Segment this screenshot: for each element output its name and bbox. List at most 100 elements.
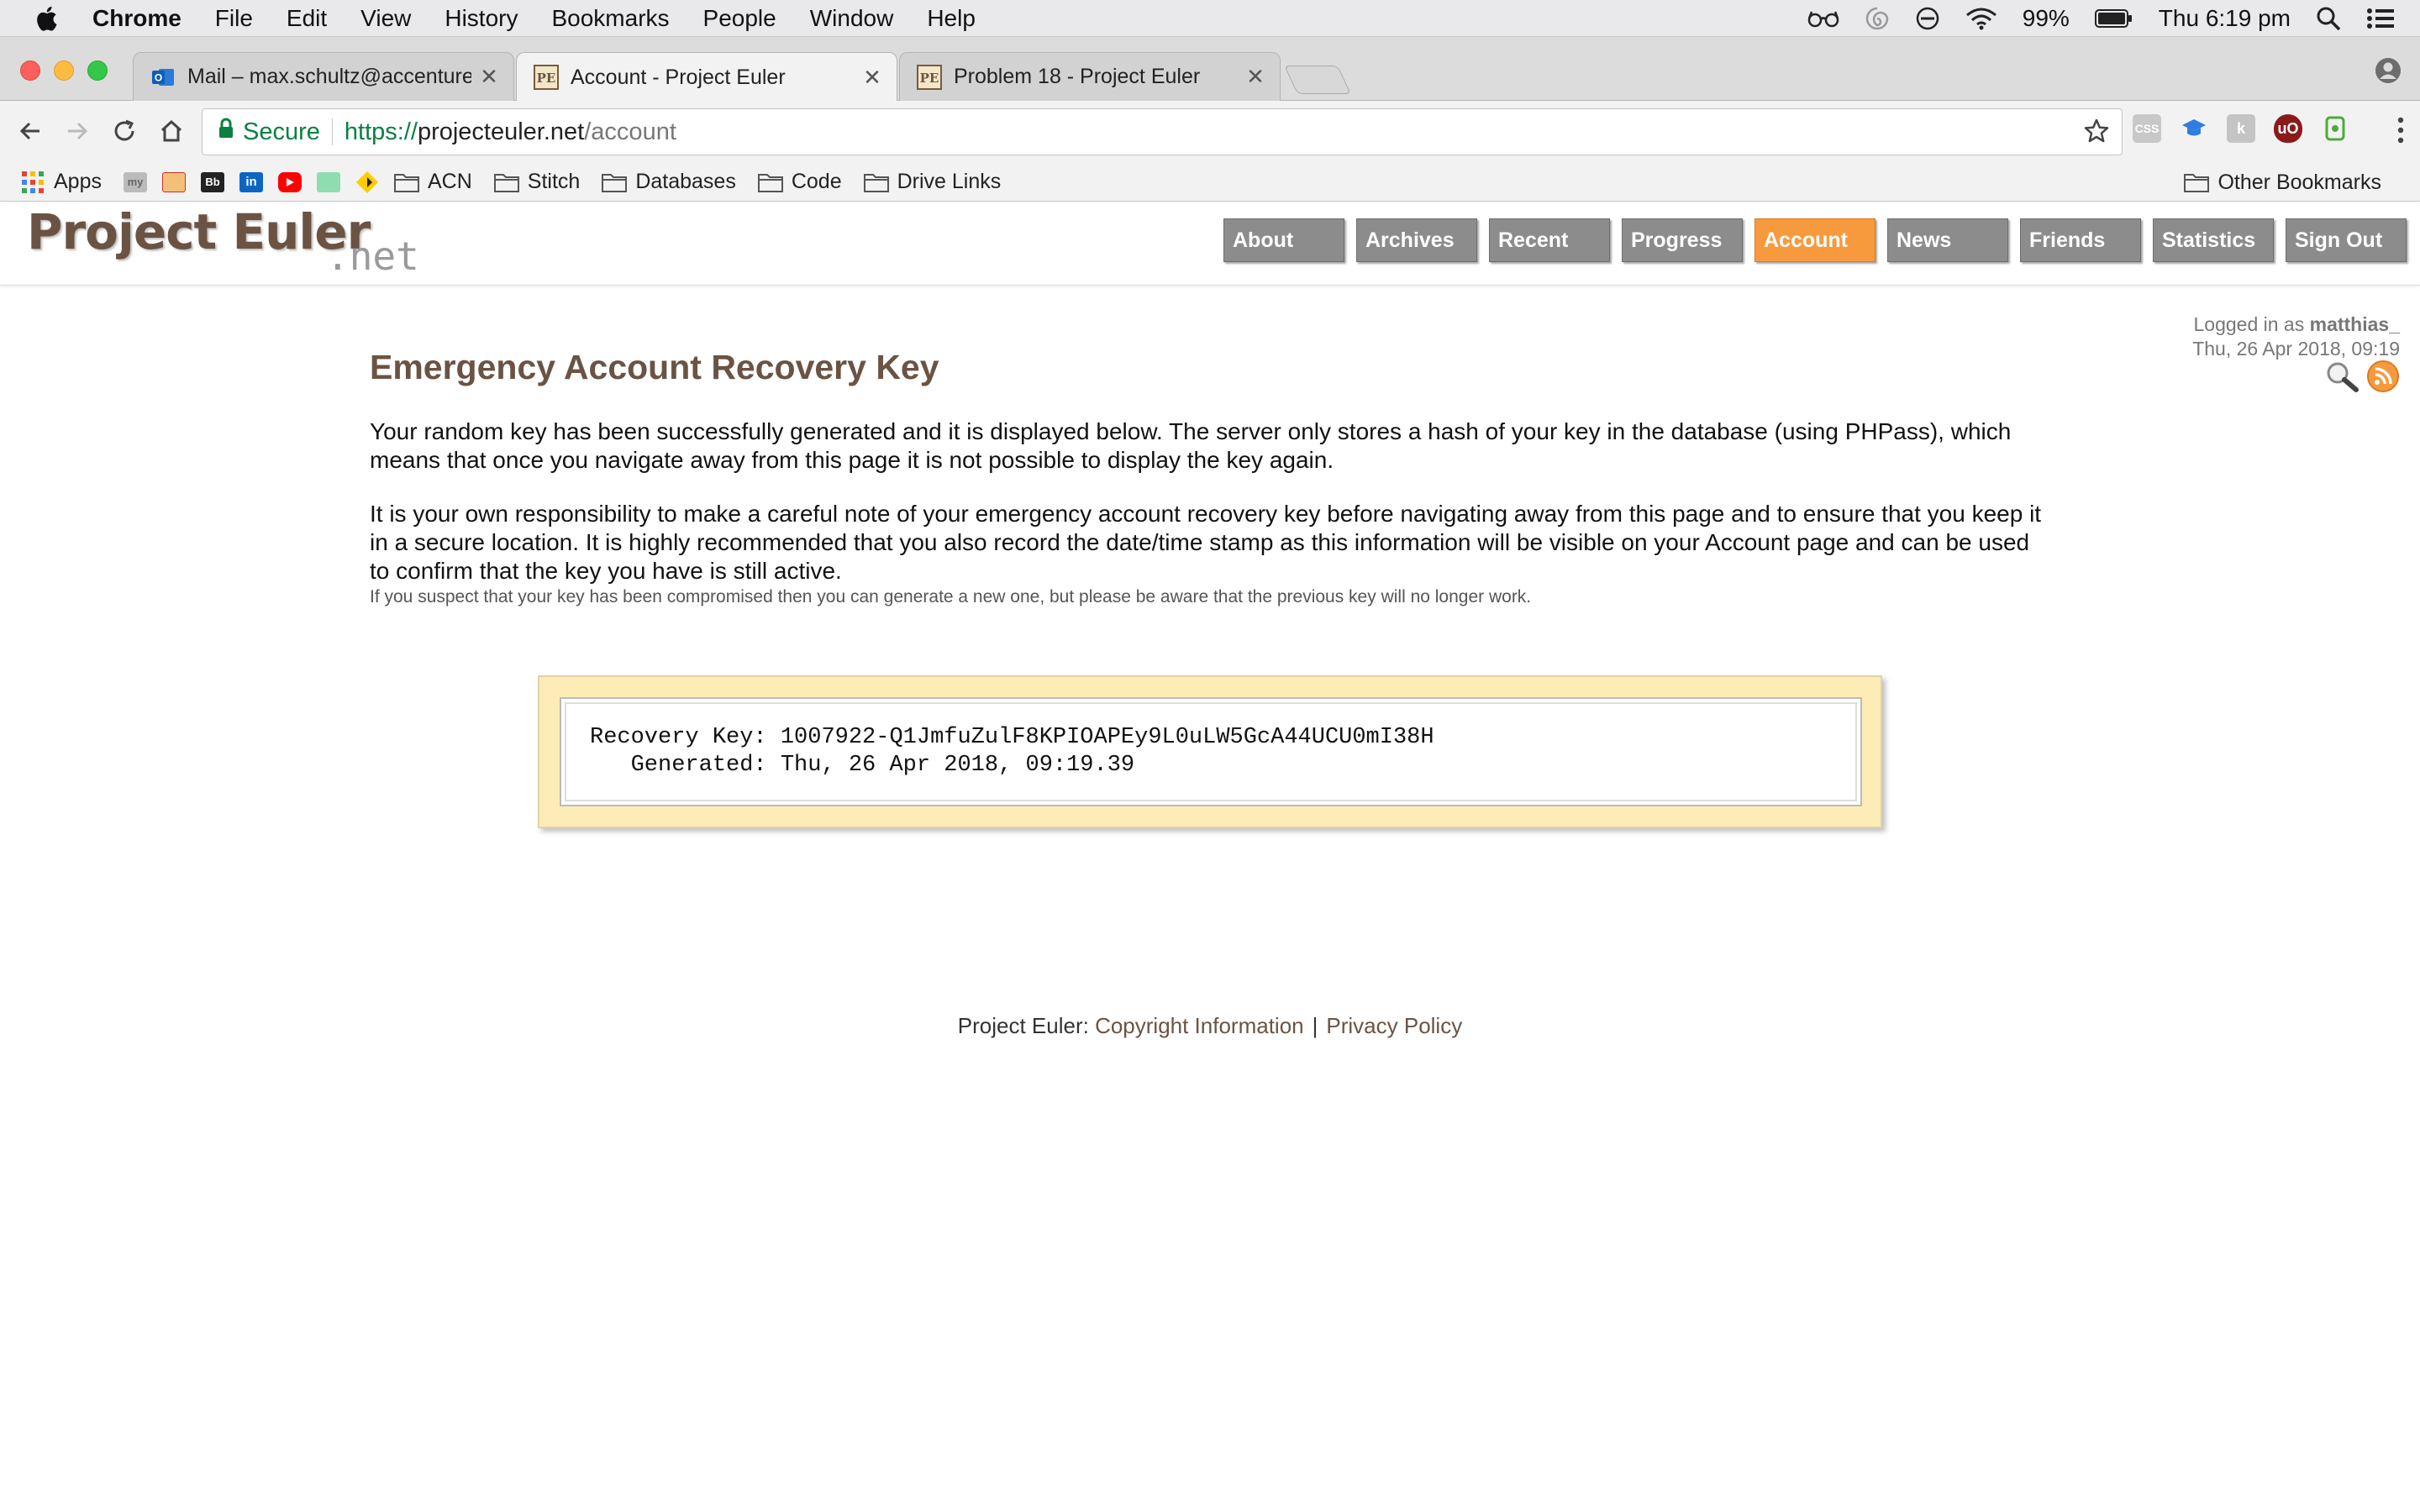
bookmark-linkedin[interactable]: in [239, 171, 263, 192]
bookmark-folder-acn[interactable]: ACN [393, 170, 472, 195]
privacy-policy-link[interactable]: Privacy Policy [1326, 1013, 1462, 1038]
menu-bookmarks[interactable]: Bookmarks [551, 5, 669, 32]
search-magnifier-icon[interactable] [2324, 360, 2360, 397]
graduation-cap-extension-icon[interactable] [2180, 114, 2208, 143]
new-tab-button[interactable] [1284, 66, 1351, 94]
bookmark-label: Apps [54, 170, 102, 193]
logged-in-prefix: Logged in as [2193, 313, 2310, 335]
close-tab-icon[interactable]: ✕ [1244, 64, 1266, 90]
linkedin-icon: in [239, 171, 263, 192]
extension-icons: CSS k uO [2133, 114, 2349, 143]
spiral-status-icon[interactable] [1865, 6, 1890, 31]
menu-history[interactable]: History [445, 5, 518, 32]
tab-title: Account - Project Euler [571, 65, 786, 89]
lock-icon[interactable] [218, 118, 234, 146]
university-crest-icon [161, 171, 186, 192]
login-datetime: Thu, 26 Apr 2018, 09:19 [2192, 338, 2400, 360]
spotlight-search-icon[interactable] [2316, 6, 2341, 31]
close-tab-icon[interactable]: ✕ [861, 65, 883, 91]
apple-menu-icon[interactable] [34, 4, 59, 33]
zoom-window-button[interactable] [87, 60, 108, 81]
evernote-extension-icon[interactable] [2321, 114, 2349, 143]
bookmark-star-icon[interactable] [2083, 118, 2110, 151]
bookmark-folder-stitch[interactable]: Stitch [493, 170, 580, 195]
generated-value[interactable]: Thu, 26 Apr 2018, 09:19.39 [781, 753, 1134, 778]
nav-recent[interactable]: Recent [1489, 218, 1610, 262]
k-extension-icon[interactable]: k [2227, 114, 2255, 143]
bookmark-my[interactable]: my [123, 171, 147, 192]
bookmark-other-bookmarks[interactable]: Other Bookmarks [2184, 163, 2381, 202]
nav-account[interactable]: Account [1754, 218, 1876, 262]
home-button[interactable] [155, 114, 188, 148]
bookmark-folder-databases[interactable]: Databases [602, 170, 736, 195]
project-euler-icon: PE [917, 64, 942, 90]
svg-text:PE: PE [537, 71, 556, 86]
secure-label: Secure [243, 118, 320, 145]
project-euler-logo[interactable]: Project Euler .net [27, 202, 447, 286]
youtube-icon [277, 171, 302, 192]
bookmark-youtube[interactable] [277, 171, 302, 192]
do-not-disturb-icon[interactable] [1915, 6, 1940, 31]
nav-friends[interactable]: Friends [2020, 218, 2141, 262]
tab-account[interactable]: PE Account - Project Euler ✕ [516, 52, 897, 102]
menu-edit[interactable]: Edit [287, 5, 327, 32]
menu-file[interactable]: File [215, 5, 253, 32]
url-text[interactable]: https://projecteuler.net/account [345, 118, 676, 146]
bookmark-green-site[interactable] [316, 171, 340, 192]
bookmark-commbank[interactable] [355, 171, 379, 193]
tab-mail[interactable]: O Mail – max.schultz@accenture ✕ [133, 52, 514, 101]
reload-button[interactable] [108, 114, 141, 148]
tab-problem-18[interactable]: PE Problem 18 - Project Euler ✕ [899, 52, 1281, 101]
css-extension-icon[interactable]: CSS [2133, 114, 2161, 143]
address-bar[interactable]: Secure https://projecteuler.net/account [202, 108, 2123, 155]
recovery-key-box: Recovery Key: 1007922-Q1JmfuZulF8KPIOAPE… [538, 675, 1882, 828]
recovery-key-value[interactable]: 1007922-Q1JmfuZulF8KPIOAPEy9L0uLW5GcA44U… [781, 725, 1434, 750]
close-tab-icon[interactable]: ✕ [478, 64, 500, 90]
reload-icon [114, 119, 134, 141]
menu-people[interactable]: People [703, 5, 776, 32]
notification-center-icon[interactable] [2366, 7, 2395, 30]
site-header: Project Euler .net About Archives Recent… [0, 202, 2420, 286]
nav-about[interactable]: About [1223, 218, 1344, 262]
battery-icon[interactable] [2094, 8, 2133, 29]
minimize-window-button[interactable] [54, 60, 74, 81]
browser-toolbar: Secure https://projecteuler.net/account … [0, 101, 2420, 163]
copyright-link[interactable]: Copyright Information [1095, 1013, 1304, 1038]
bookmark-folder-code[interactable]: Code [757, 170, 842, 195]
bookmark-label: Drive Links [897, 170, 1002, 193]
page-title: Emergency Account Recovery Key [370, 348, 939, 386]
bookmark-folder-drive-links[interactable]: Drive Links [863, 170, 1002, 195]
generated-label: Generated: [630, 753, 767, 778]
site-footer: Project Euler: Copyright Information | Pri… [0, 1013, 2420, 1039]
profile-avatar-icon[interactable] [2375, 57, 2402, 88]
back-button[interactable] [13, 114, 47, 148]
bookmark-crest[interactable] [161, 171, 186, 192]
menu-window[interactable]: Window [810, 5, 894, 32]
menubar-clock[interactable]: Thu 6:19 pm [2159, 5, 2291, 32]
nav-progress[interactable]: Progress [1622, 218, 1743, 262]
ublock-origin-icon[interactable]: uO [2274, 114, 2302, 143]
close-window-button[interactable] [20, 60, 40, 81]
menu-help[interactable]: Help [927, 5, 976, 32]
bookmark-blackboard[interactable]: Bb [200, 171, 224, 192]
paragraph-key-generated: Your random key has been successfully ge… [370, 418, 2012, 473]
forward-button[interactable] [60, 114, 94, 148]
menu-view[interactable]: View [360, 5, 411, 32]
logo-suffix: .net [326, 234, 419, 279]
bookmarks-bar: Apps my Bb in ACN Stitch Databases Code … [0, 163, 2420, 202]
commbank-icon [355, 171, 379, 193]
wifi-icon[interactable] [1965, 7, 1997, 30]
nav-statistics[interactable]: Statistics [2153, 218, 2274, 262]
forward-arrow-icon [68, 122, 88, 140]
url-host: projecteuler.net [417, 118, 585, 145]
rss-feed-icon[interactable] [2366, 360, 2400, 397]
glasses-icon[interactable] [1807, 8, 1839, 29]
chrome-menu-icon[interactable] [2396, 116, 2405, 149]
nav-archives[interactable]: Archives [1356, 218, 1477, 262]
bookmark-apps[interactable]: Apps [20, 170, 102, 195]
nav-news[interactable]: News [1887, 218, 2008, 262]
username[interactable]: matthias_ [2310, 313, 2400, 335]
menu-app-chrome[interactable]: Chrome [92, 5, 182, 32]
footer-separator: | [1312, 1013, 1318, 1038]
nav-sign-out[interactable]: Sign Out [2286, 218, 2407, 262]
